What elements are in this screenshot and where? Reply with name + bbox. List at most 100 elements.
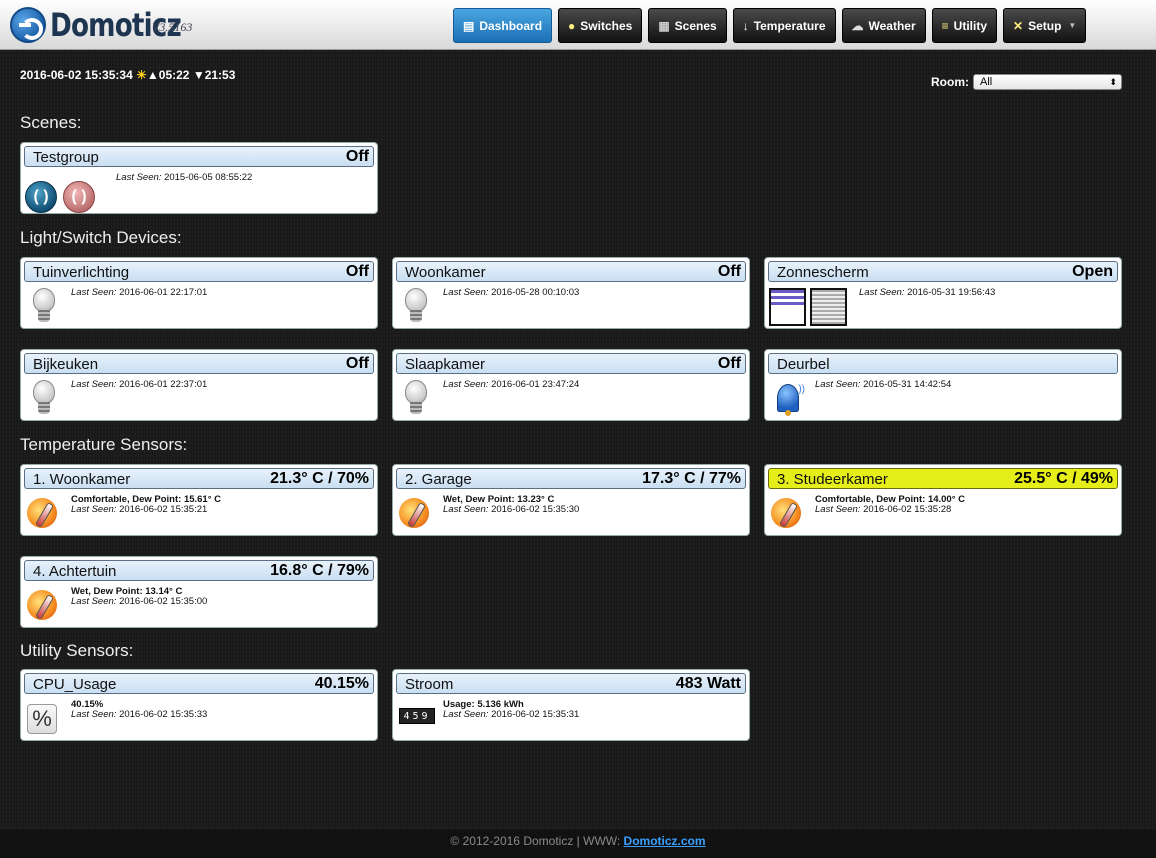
temperature-card: 1. Woonkamer 21.3° C / 70% Comfortable, … bbox=[20, 464, 378, 536]
last-seen-label: Last Seen: bbox=[443, 379, 489, 390]
tab-temperature[interactable]: ↓ Temperature bbox=[732, 8, 836, 43]
device-name: Zonnescherm bbox=[777, 264, 869, 281]
last-seen-value: 2016-06-02 15:35:30 bbox=[491, 504, 580, 515]
device-name: Slaapkamer bbox=[405, 356, 486, 373]
card-info: Wet, Dew Point: 13.23° C Last Seen: 2016… bbox=[443, 495, 579, 515]
tab-weather[interactable]: ☁ Weather bbox=[841, 8, 926, 43]
last-seen-value: 2016-05-31 19:56:43 bbox=[907, 287, 996, 298]
device-name: Deurbel bbox=[777, 356, 830, 373]
bulb-icon[interactable] bbox=[33, 288, 55, 326]
last-seen-value: 2016-06-01 22:17:01 bbox=[119, 287, 208, 298]
doorbell-icon[interactable]: )) bbox=[771, 380, 805, 416]
temperature-card: 3. Studeerkamer 25.5° C / 49% Comfortabl… bbox=[764, 464, 1122, 536]
device-name: CPU_Usage bbox=[33, 676, 117, 693]
device-name: Stroom bbox=[405, 676, 454, 693]
last-seen-value: 2016-06-02 15:35:33 bbox=[119, 709, 208, 720]
card-info: Last Seen: 2016-05-28 00:10:03 bbox=[443, 288, 579, 298]
tab-utility[interactable]: ≡ Utility bbox=[931, 8, 997, 43]
card-info: Last Seen: 2015-06-05 08:55:22 bbox=[116, 173, 252, 183]
card-info: Comfortable, Dew Point: 14.00° C Last Se… bbox=[815, 495, 965, 515]
card-info: Last Seen: 2016-06-01 23:47:24 bbox=[443, 380, 579, 390]
room-label: Room: bbox=[931, 75, 969, 89]
tab-switches[interactable]: ● Switches bbox=[558, 8, 643, 43]
last-seen-value: 2016-06-01 22:37:01 bbox=[119, 379, 208, 390]
footer: © 2012-2016 Domoticz | WWW: Domoticz.com bbox=[0, 830, 1156, 858]
energy-meter-icon[interactable]: 459 bbox=[399, 708, 435, 724]
footer-link[interactable]: Domoticz.com bbox=[624, 834, 706, 848]
datetime-bar: 2016-06-02 15:35:34 ☀▲05:22 ▼21:53 bbox=[20, 68, 235, 82]
setup-icon: ✕ bbox=[1013, 18, 1024, 33]
scene-card: Testgroup Off ( ) ( ) Last Seen: 2015-06… bbox=[20, 142, 378, 214]
device-name: 1. Woonkamer bbox=[33, 471, 131, 488]
last-seen-label: Last Seen: bbox=[71, 287, 117, 298]
card-header: Woonkamer Off bbox=[396, 261, 746, 282]
room-select[interactable]: All ⬍ bbox=[973, 74, 1122, 90]
device-status: 40.15% bbox=[314, 675, 369, 692]
tab-label: Utility bbox=[953, 18, 987, 33]
current-datetime: 2016-06-02 15:35:34 bbox=[20, 68, 133, 82]
bulb-icon[interactable] bbox=[405, 288, 427, 326]
bulb-icon[interactable] bbox=[405, 380, 427, 418]
card-header: 4. Achtertuin 16.8° C / 79% bbox=[24, 560, 374, 581]
utility-card: CPU_Usage 40.15% % 40.15% Last Seen: 201… bbox=[20, 669, 378, 741]
temperature-card: 2. Garage 17.3° C / 77% Wet, Dew Point: … bbox=[392, 464, 750, 536]
card-header: 1. Woonkamer 21.3° C / 70% bbox=[24, 468, 374, 489]
device-status: Open bbox=[1072, 263, 1113, 280]
device-name: 3. Studeerkamer bbox=[777, 471, 888, 488]
card-header: Slaapkamer Off bbox=[396, 353, 746, 374]
chevron-down-icon: ▼ bbox=[1068, 21, 1077, 30]
bulb-icon: ● bbox=[568, 18, 576, 33]
temperature-icon[interactable] bbox=[27, 498, 57, 528]
device-status: 16.8° C / 79% bbox=[270, 562, 369, 579]
switch-card: Tuinverlichting Off Last Seen: 2016-06-0… bbox=[20, 257, 378, 329]
last-seen-label: Last Seen: bbox=[71, 379, 117, 390]
domoticz-logo-icon bbox=[10, 7, 46, 43]
tab-dashboard[interactable]: ▤ Dashboard bbox=[453, 8, 553, 43]
card-header: Zonnescherm Open bbox=[768, 261, 1118, 282]
room-select-value: All bbox=[980, 76, 993, 88]
card-header: Deurbel bbox=[768, 353, 1118, 374]
section-title-lights: Light/Switch Devices: bbox=[20, 228, 182, 247]
last-seen-label: Last Seen: bbox=[815, 379, 861, 390]
card-header: Tuinverlichting Off bbox=[24, 261, 374, 282]
bulb-icon[interactable] bbox=[33, 380, 55, 418]
temperature-icon[interactable] bbox=[27, 590, 57, 620]
device-status: Off bbox=[345, 148, 369, 165]
device-status: 25.5° C / 49% bbox=[1014, 470, 1113, 487]
last-seen-value: 2016-06-02 15:35:28 bbox=[863, 504, 952, 515]
sunrise-arrow-icon: ▲ bbox=[146, 68, 159, 82]
card-info: 40.15% Last Seen: 2016-06-02 15:35:33 bbox=[71, 700, 207, 720]
blinds-card: Zonnescherm Open Last Seen: 2016-05-31 1… bbox=[764, 257, 1122, 329]
last-seen-label: Last Seen: bbox=[71, 504, 117, 515]
card-info: Usage: 5.136 kWh Last Seen: 2016-06-02 1… bbox=[443, 700, 579, 720]
section-title-scenes: Scenes: bbox=[20, 113, 82, 132]
card-info: Last Seen: 2016-05-31 19:56:43 bbox=[859, 288, 995, 298]
device-status: 483 Watt bbox=[675, 675, 741, 692]
tab-setup[interactable]: ✕ Setup ▼ bbox=[1003, 8, 1087, 43]
temperature-icon[interactable] bbox=[399, 498, 429, 528]
tab-label: Temperature bbox=[753, 18, 826, 33]
tab-scenes[interactable]: ▦ Scenes bbox=[648, 8, 727, 43]
last-seen-label: Last Seen: bbox=[443, 709, 489, 720]
last-seen-value: 2016-06-02 15:35:31 bbox=[491, 709, 580, 720]
last-seen-label: Last Seen: bbox=[71, 709, 117, 720]
scene-on-button[interactable]: ( ) bbox=[25, 181, 57, 213]
blinds-closed-icon[interactable] bbox=[810, 288, 847, 326]
device-name: 4. Achtertuin bbox=[33, 563, 117, 580]
utility-icon: ≡ bbox=[941, 18, 949, 33]
last-seen-value: 2016-05-31 14:42:54 bbox=[863, 379, 952, 390]
scene-off-button[interactable]: ( ) bbox=[63, 181, 95, 213]
temperature-icon[interactable] bbox=[771, 498, 801, 528]
last-seen-value: 2016-06-02 15:35:21 bbox=[119, 504, 208, 515]
sunrise-time: 05:22 bbox=[158, 68, 190, 82]
last-seen-value: 2015-06-05 08:55:22 bbox=[164, 172, 253, 183]
blinds-open-icon[interactable] bbox=[769, 288, 806, 326]
card-info: Last Seen: 2016-06-01 22:17:01 bbox=[71, 288, 207, 298]
doorbell-card: Deurbel )) Last Seen: 2016-05-31 14:42:5… bbox=[764, 349, 1122, 421]
last-seen-value: 2016-05-28 00:10:03 bbox=[491, 287, 580, 298]
sunset-time: 21:53 bbox=[204, 68, 236, 82]
sun-icon: ☀ bbox=[136, 68, 147, 82]
percentage-icon[interactable]: % bbox=[27, 704, 57, 734]
utility-card: Stroom 483 Watt 459 Usage: 5.136 kWh Las… bbox=[392, 669, 750, 741]
section-title-temperature: Temperature Sensors: bbox=[20, 435, 188, 454]
